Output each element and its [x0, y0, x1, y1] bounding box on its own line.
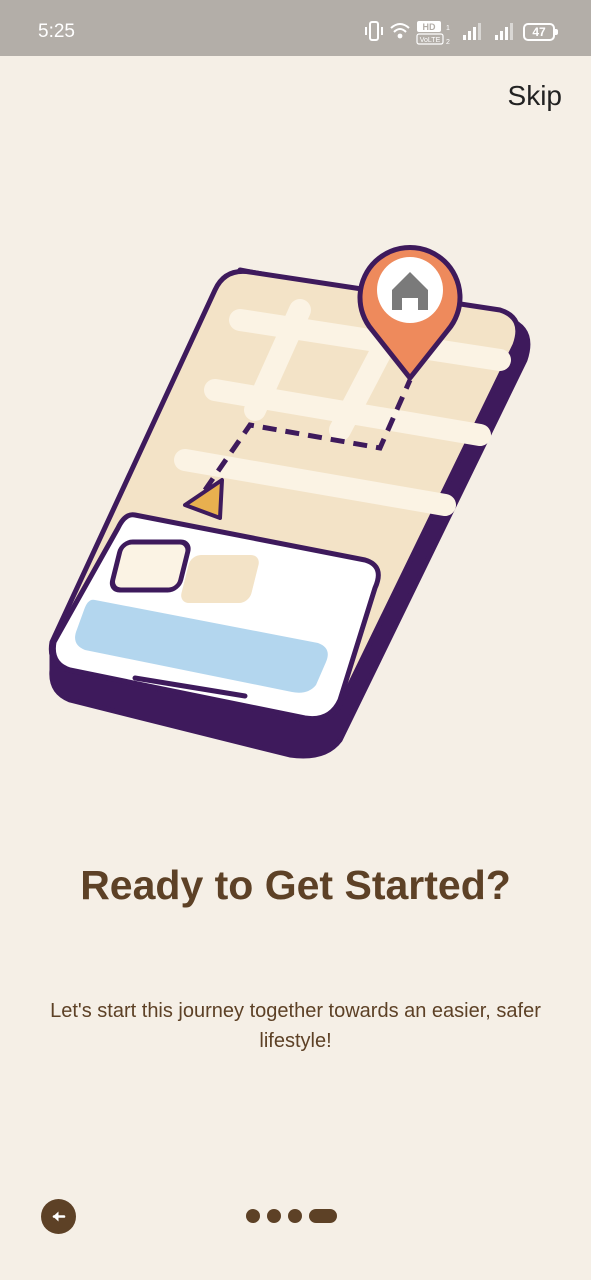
hd-label: HD — [423, 22, 436, 32]
page-dot[interactable] — [267, 1209, 281, 1223]
volte-label: VoLTE — [420, 37, 441, 44]
sim-two-label: 2 — [446, 39, 450, 46]
back-button[interactable] — [41, 1199, 76, 1234]
status-bar: 5:25 HD 1 VoLTE 2 47 — [0, 0, 591, 56]
status-time: 5:25 — [38, 21, 75, 42]
signal-icon-1 — [463, 23, 481, 40]
page-dot[interactable] — [288, 1209, 302, 1223]
hd-volte-icon: HD 1 VoLTE 2 — [416, 21, 450, 46]
card-thumbnail — [109, 539, 191, 593]
page-dot-active[interactable] — [309, 1209, 337, 1223]
card-thumbnail-2 — [181, 555, 259, 603]
signal-icon-2 — [495, 23, 513, 40]
battery-icon: 47 — [523, 23, 558, 41]
vibrate-icon — [365, 21, 383, 41]
page-dot[interactable] — [246, 1209, 260, 1223]
sim-one-label: 1 — [446, 25, 450, 32]
page-subtitle: Let's start this journey together toward… — [50, 1000, 541, 1052]
skip-button[interactable]: Skip — [508, 80, 562, 112]
phone-map-illustration — [48, 245, 531, 759]
wifi-icon — [390, 23, 410, 39]
arrow-left-icon — [52, 1211, 66, 1222]
status-icons: HD 1 VoLTE 2 47 — [355, 20, 558, 46]
battery-level: 47 — [532, 25, 546, 39]
page-indicator — [246, 1209, 346, 1223]
page-title: Ready to Get Started? — [80, 862, 511, 908]
